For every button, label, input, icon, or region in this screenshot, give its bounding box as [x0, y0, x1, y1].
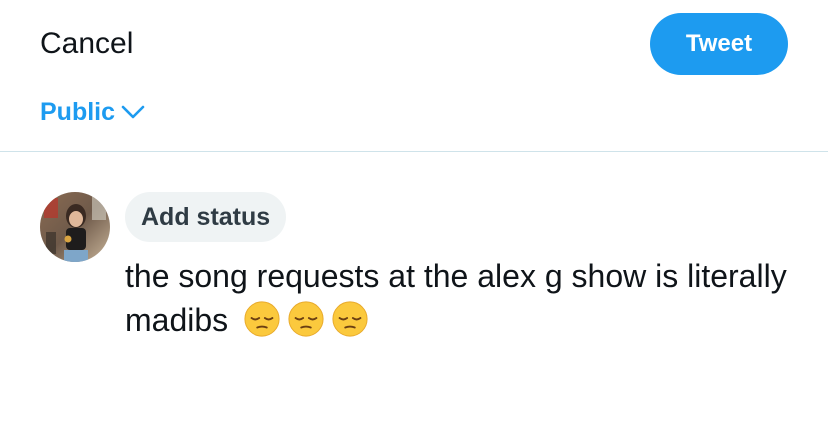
- cancel-button[interactable]: Cancel: [40, 26, 133, 62]
- pensive-face-emoji: [244, 301, 280, 337]
- avatar[interactable]: [40, 192, 110, 262]
- tweet-button[interactable]: Tweet: [650, 13, 788, 75]
- tweet-compose-text[interactable]: the song requests at the alex g show is …: [125, 254, 805, 342]
- header-divider: [0, 151, 828, 152]
- add-status-button[interactable]: Add status: [125, 192, 287, 242]
- pensive-face-emoji: [332, 301, 368, 337]
- pensive-face-emoji: [288, 301, 324, 337]
- avatar-image: [40, 192, 110, 262]
- tweet-text: the song requests at the alex g show is …: [125, 258, 787, 338]
- compose-tweet-screen: Cancel Tweet Public Add status the song …: [0, 0, 828, 443]
- audience-label: Public: [40, 98, 116, 126]
- audience-selector[interactable]: Public: [40, 96, 145, 128]
- chevron-down-icon: [121, 105, 145, 119]
